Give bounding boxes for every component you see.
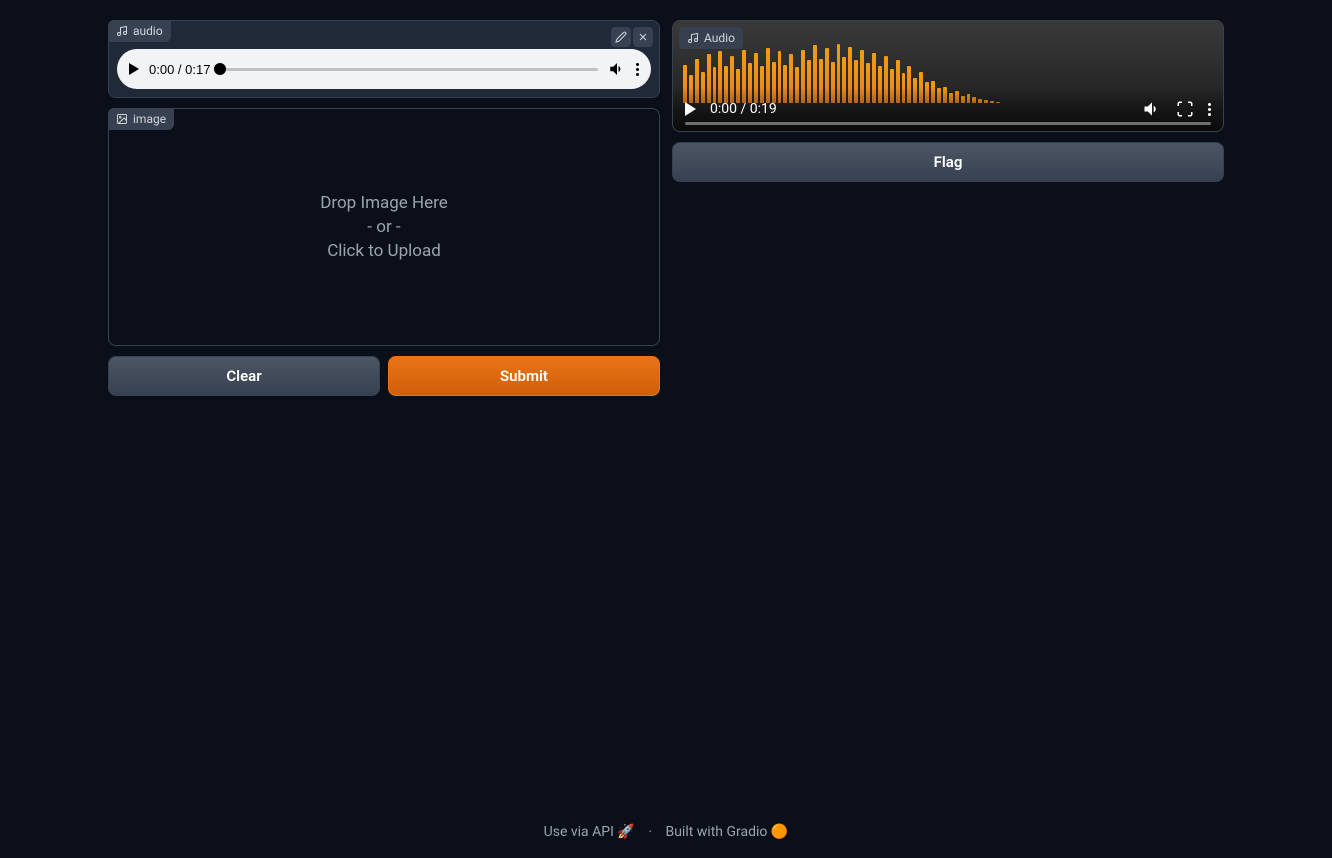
flag-button[interactable]: Flag [672, 142, 1224, 182]
fullscreen-icon[interactable] [1176, 100, 1194, 118]
audio-player: 0:00 / 0:17 [117, 49, 651, 89]
audio-input-panel: audio 0:00 / 0:17 [108, 20, 660, 98]
volume-icon[interactable] [608, 60, 626, 78]
clear-button[interactable]: Clear [108, 356, 380, 396]
audio-input-label: audio [108, 20, 171, 42]
api-link[interactable]: Use via API 🚀 [544, 824, 635, 840]
image-dropzone[interactable]: Drop Image Here - or - Click to Upload [117, 117, 651, 337]
gradio-link[interactable]: Built with Gradio 🟠 [665, 824, 788, 840]
audio-menu-icon[interactable] [636, 63, 639, 76]
click-upload-text: Click to Upload [327, 241, 441, 261]
audio-output-label-text: Audio [704, 31, 735, 45]
output-column: Audio 0:00 / 0:19 Flag [672, 20, 1224, 396]
image-input-label: image [108, 108, 174, 130]
audio-input-label-text: audio [133, 24, 163, 38]
audio-progress-thumb[interactable] [214, 63, 226, 75]
output-play-button[interactable] [685, 102, 696, 116]
output-time-display: 0:00 / 0:19 [710, 101, 777, 117]
drop-text: Drop Image Here [320, 193, 448, 213]
image-icon [116, 113, 128, 125]
audio-progress-track[interactable] [220, 68, 598, 71]
audio-time-display: 0:00 / 0:17 [149, 62, 210, 77]
input-column: audio 0:00 / 0:17 [108, 20, 660, 396]
or-text: - or - [367, 217, 400, 237]
footer-separator: · [648, 824, 652, 840]
audio-output-panel: Audio 0:00 / 0:19 [672, 20, 1224, 132]
output-progress-track[interactable] [685, 122, 1211, 125]
audio-output-label: Audio [679, 27, 743, 49]
music-note-icon [116, 25, 128, 37]
edit-button[interactable] [611, 27, 631, 47]
image-input-panel: image Drop Image Here - or - Click to Up… [108, 108, 660, 346]
submit-button[interactable]: Submit [388, 356, 660, 396]
input-buttons: Clear Submit [108, 356, 660, 396]
footer: Use via API 🚀 · Built with Gradio 🟠 [0, 824, 1332, 840]
music-note-icon [687, 32, 699, 44]
image-input-label-text: image [133, 112, 166, 126]
output-menu-icon[interactable] [1208, 103, 1211, 116]
output-volume-icon[interactable] [1142, 99, 1162, 119]
play-button[interactable] [129, 63, 139, 75]
close-button[interactable] [633, 27, 653, 47]
